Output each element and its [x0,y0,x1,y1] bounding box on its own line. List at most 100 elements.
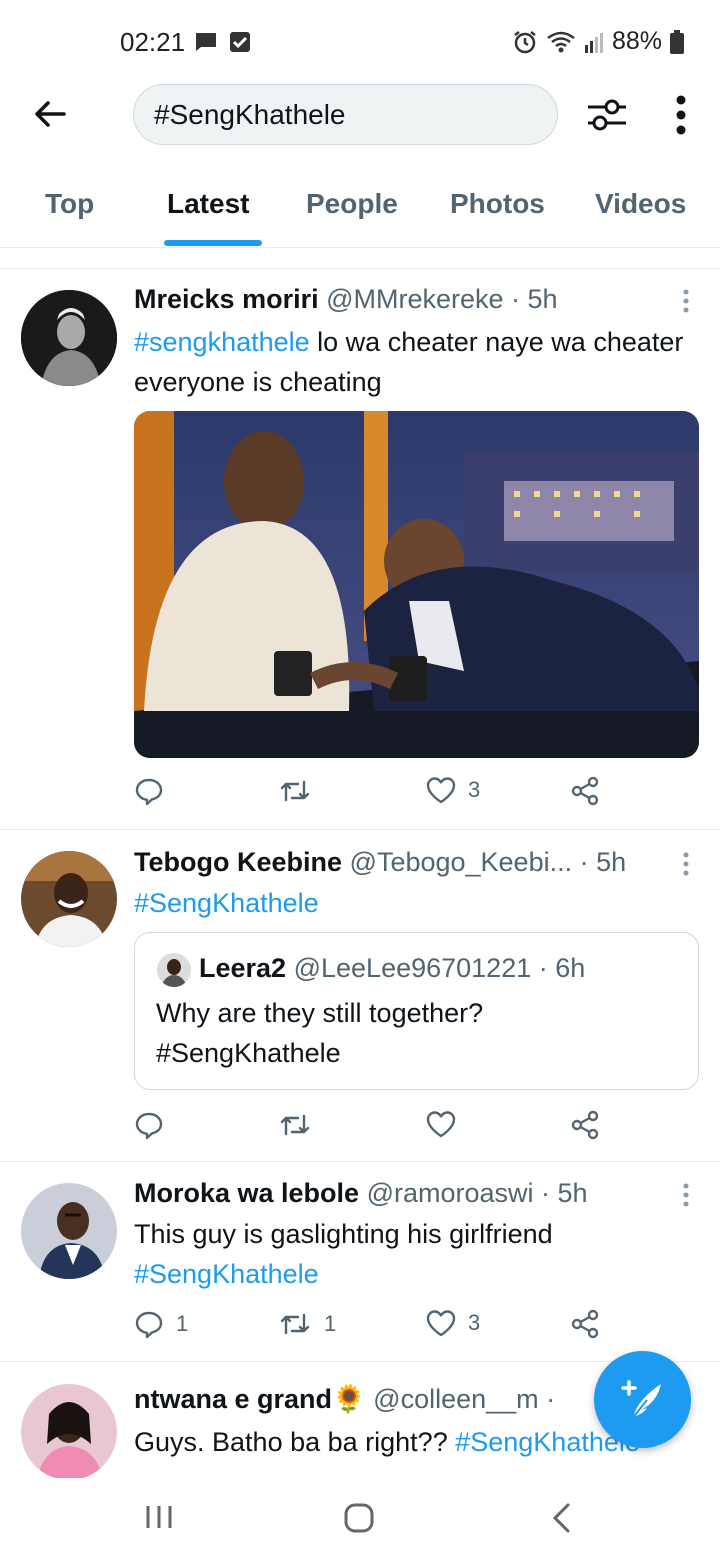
retweet-button[interactable]: 1 [278,1309,336,1339]
tab-latest[interactable]: Latest [167,188,249,220]
tweet-text: This guy is gaslighting his girlfriend #… [134,1214,704,1294]
author-handle-time: @colleen__m · [373,1384,556,1414]
share-icon [571,776,599,806]
status-time: 02:21 [120,27,186,57]
filter-settings-icon[interactable] [584,92,630,138]
wifi-icon [547,31,575,52]
tweet-photo[interactable] [134,411,699,758]
hashtag-link[interactable]: #SengKhathele [134,1254,704,1294]
back-nav-icon[interactable] [550,1502,572,1534]
recent-apps-icon[interactable] [144,1502,174,1532]
tab-people[interactable]: People [306,188,398,220]
reply-icon [135,1311,163,1339]
quoted-text-line: #SengKhathele [156,1038,341,1068]
reply-button[interactable] [134,1110,176,1140]
author-name[interactable]: ntwana e grand [134,1384,332,1414]
search-header: #SengKhathele [0,84,720,146]
quoted-avatar [157,953,191,987]
back-arrow-icon[interactable] [30,94,70,134]
alarm-icon [514,30,536,53]
retweet-button[interactable] [278,776,324,806]
avatar[interactable] [21,1183,117,1279]
sunflower-emoji: 🌻 [332,1384,366,1414]
tweet-text-content: This guy is gaslighting his girlfriend [134,1219,553,1249]
system-nav-bar [0,1478,720,1560]
tweet[interactable]: Moroka wa lebole @ramoroaswi · 5h This g… [0,1162,720,1362]
tab-photos[interactable]: Photos [450,188,545,220]
like-button[interactable]: 3 [426,1309,480,1337]
tweet-header: ntwana e grand🌻 @colleen__m · [134,1383,555,1415]
reply-icon [135,1112,163,1140]
retweet-count: 1 [324,1311,337,1336]
hashtag-link[interactable]: #SengKhathele [134,888,319,918]
author-name[interactable]: Moroka wa lebole [134,1178,359,1208]
tweet-actions: 3 [134,776,614,816]
quoted-tweet[interactable]: Leera2 @LeeLee96701221 · 6h Why are they… [134,932,699,1090]
notification-icons [194,30,252,54]
share-button[interactable] [570,1309,600,1339]
tweet-more-icon[interactable] [682,1183,690,1207]
tweet[interactable]: Mreicks moriri @MMrekereke · 5h #sengkha… [0,269,720,830]
quoted-author-name: Leera2 [199,953,287,983]
search-query: #SengKhathele [154,98,346,130]
tweet-header: Tebogo Keebine @Tebogo_Keebi... · 5h [134,847,626,878]
author-handle-time: @ramoroaswi · 5h [366,1178,588,1208]
message-icon [196,33,216,51]
tweet-more-icon[interactable] [682,289,690,313]
share-button[interactable] [570,776,600,806]
tweet[interactable]: Tebogo Keebine @Tebogo_Keebi... · 5h #Se… [0,830,720,1162]
avatar[interactable] [21,1384,117,1478]
author-name[interactable]: Tebogo Keebine [134,847,342,877]
avatar[interactable] [21,290,117,386]
tweet-actions [134,1110,614,1150]
tweet-header: Mreicks moriri @MMrekereke · 5h [134,284,558,315]
quoted-header: Leera2 @LeeLee96701221 · 6h [199,953,585,984]
search-input[interactable]: #SengKhathele [133,84,558,145]
share-button[interactable] [570,1110,600,1140]
quoted-handle-time: @LeeLee96701221 · 6h [293,953,586,983]
compose-tweet-button[interactable] [594,1351,691,1448]
avatar[interactable] [21,851,117,947]
tab-top[interactable]: Top [45,188,94,220]
like-count: 3 [468,777,481,802]
heart-icon [426,1111,456,1138]
reply-button[interactable]: 1 [134,1309,188,1339]
author-name[interactable]: Mreicks moriri [134,284,319,314]
signal-icon [584,32,603,53]
share-icon [571,1309,599,1339]
tweet-actions: 1 1 3 [134,1309,614,1349]
quoted-text: Why are they still together? #SengKhathe… [156,993,483,1073]
compose-feather-icon [620,1379,661,1421]
like-count: 3 [468,1310,481,1335]
home-icon[interactable] [343,1502,375,1534]
heart-icon [426,1310,456,1337]
reply-icon [135,778,163,806]
share-icon [571,1110,599,1140]
heart-icon [426,777,456,804]
status-right: 88% [512,27,684,56]
hashtag-link[interactable]: #sengkhathele [134,327,310,357]
tweet-text: #sengkhathele lo wa cheater naye wa chea… [134,322,704,402]
retweet-icon [280,780,310,802]
retweet-icon [280,1114,310,1136]
battery-icon [670,29,684,54]
reply-button[interactable] [134,776,176,806]
quoted-text-line: Why are they still together? [156,998,484,1028]
like-button[interactable]: 3 [426,776,480,804]
tab-videos[interactable]: Videos [595,188,686,220]
tweet-header: Moroka wa lebole @ramoroaswi · 5h [134,1178,588,1209]
tweet-more-icon[interactable] [682,852,690,876]
check-box-icon [230,32,250,52]
tweet-text-content: Guys. Batho ba ba right?? [134,1427,456,1457]
status-bar: 02:21 88% [0,0,720,84]
like-button[interactable] [426,1110,468,1138]
tweet-text: #SengKhathele [134,883,704,923]
more-options-icon[interactable] [672,94,690,136]
retweet-button[interactable] [278,1110,324,1140]
reply-count: 1 [176,1311,189,1336]
battery-percent: 88% [611,27,662,55]
author-handle-time: @MMrekereke · 5h [326,284,558,314]
author-handle-time: @Tebogo_Keebi... · 5h [349,847,627,877]
search-tabs: Top Latest People Photos Videos [0,160,720,248]
active-tab-indicator [164,240,262,246]
